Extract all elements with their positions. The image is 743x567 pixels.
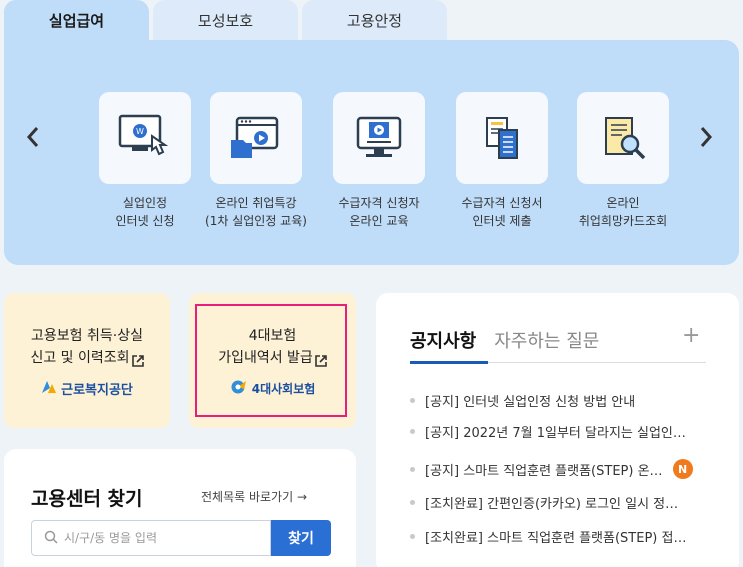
notice-text: [조치완료] 스마트 직업훈련 플랫폼(STEP) 접… bbox=[425, 531, 687, 546]
monitor-play-icon bbox=[333, 92, 425, 184]
comwel-logo-icon bbox=[41, 380, 57, 398]
bullet bbox=[410, 466, 415, 472]
notice-text: [공지] 2022년 7월 1일부터 달라지는 실업인… bbox=[425, 426, 686, 441]
external-link-icon bbox=[131, 352, 144, 367]
employment-center-finder: 고용센터 찾기 전체목록 바로가기 → 찾기 bbox=[4, 449, 356, 567]
bullet bbox=[410, 500, 415, 505]
svg-text:W: W bbox=[136, 127, 144, 136]
notice-item[interactable]: [조치완료] 스마트 직업훈련 플랫폼(STEP) 접… bbox=[410, 527, 720, 546]
document-search-icon bbox=[577, 92, 669, 184]
active-tab-underline bbox=[410, 361, 488, 364]
notice-item[interactable]: [공지] 2022년 7월 1일부터 달라지는 실업인… bbox=[410, 422, 720, 441]
service-label: 온라인 취업특강 (1차 실업인정 교육) bbox=[205, 196, 307, 228]
bullet bbox=[410, 429, 415, 434]
document-submit-icon bbox=[456, 92, 548, 184]
search-icon bbox=[44, 529, 58, 548]
bullet bbox=[410, 398, 415, 403]
service-online-lecture[interactable]: 온라인 취업특강 (1차 실업인정 교육) bbox=[194, 92, 318, 230]
card-org: 근로복지공단 bbox=[61, 383, 133, 398]
tab-maternity-protection[interactable]: 모성보호 bbox=[153, 0, 298, 41]
bullet bbox=[410, 534, 415, 539]
service-label: 온라인 취업희망카드조회 bbox=[578, 196, 668, 228]
highlight-box bbox=[195, 304, 347, 417]
service-unemployment-recognition[interactable]: W 실업인정 인터넷 신청 bbox=[83, 92, 207, 230]
notice-text: [조치완료] 간편인증(카카오) 로그인 일시 정… bbox=[425, 497, 679, 512]
notice-text: [공지] 스마트 직업훈련 플랫폼(STEP) 온… bbox=[425, 463, 663, 479]
new-badge: N bbox=[672, 459, 693, 479]
tab-unemployment-benefit[interactable]: 실업급여 bbox=[4, 0, 149, 41]
service-label: 수급자격 신청서 인터넷 제출 bbox=[461, 196, 543, 228]
notice-panel: 공지사항 자주하는 질문 + [공지] 인터넷 실업인정 신청 방법 안내 [공… bbox=[376, 293, 739, 567]
tab-notices[interactable]: 공지사항 bbox=[410, 327, 476, 353]
notice-item[interactable]: [조치완료] 간편인증(카카오) 로그인 일시 정… bbox=[410, 493, 720, 512]
service-carousel: W 실업인정 인터넷 신청 온라인 취업특강 (1차 실업인정 교육) 수급자격… bbox=[4, 40, 739, 265]
computer-click-icon: W bbox=[99, 92, 191, 184]
notice-text: [공지] 인터넷 실업인정 신청 방법 안내 bbox=[425, 395, 636, 410]
service-job-card-search[interactable]: 온라인 취업희망카드조회 bbox=[561, 92, 685, 230]
service-online-education[interactable]: 수급자격 신청자 온라인 교육 bbox=[317, 92, 441, 230]
service-label: 수급자격 신청자 온라인 교육 bbox=[338, 196, 420, 228]
more-plus-icon[interactable]: + bbox=[682, 323, 700, 348]
region-search-input[interactable] bbox=[64, 531, 264, 545]
card-title: 고용보험 취득·상실 신고 및 이력조회 bbox=[30, 328, 143, 366]
search-box bbox=[31, 520, 271, 556]
tab-faq[interactable]: 자주하는 질문 bbox=[494, 327, 599, 353]
online-lecture-icon bbox=[210, 92, 302, 184]
search-button[interactable]: 찾기 bbox=[271, 520, 331, 556]
service-label: 실업인정 인터넷 신청 bbox=[115, 196, 175, 228]
notice-item[interactable]: [공지] 스마트 직업훈련 플랫폼(STEP) 온… N bbox=[410, 459, 720, 479]
notice-item[interactable]: [공지] 인터넷 실업인정 신청 방법 안내 bbox=[410, 391, 720, 410]
next-arrow-icon[interactable] bbox=[695, 122, 717, 152]
service-application-submit[interactable]: 수급자격 신청서 인터넷 제출 bbox=[440, 92, 564, 230]
view-all-link[interactable]: 전체목록 바로가기 → bbox=[201, 488, 307, 505]
prev-arrow-icon[interactable] bbox=[22, 122, 44, 152]
employment-insurance-card[interactable]: 고용보험 취득·상실 신고 및 이력조회 근로복지공단 bbox=[4, 293, 170, 428]
finder-title: 고용센터 찾기 bbox=[31, 488, 143, 510]
tab-employment-stability[interactable]: 고용안정 bbox=[302, 0, 447, 41]
